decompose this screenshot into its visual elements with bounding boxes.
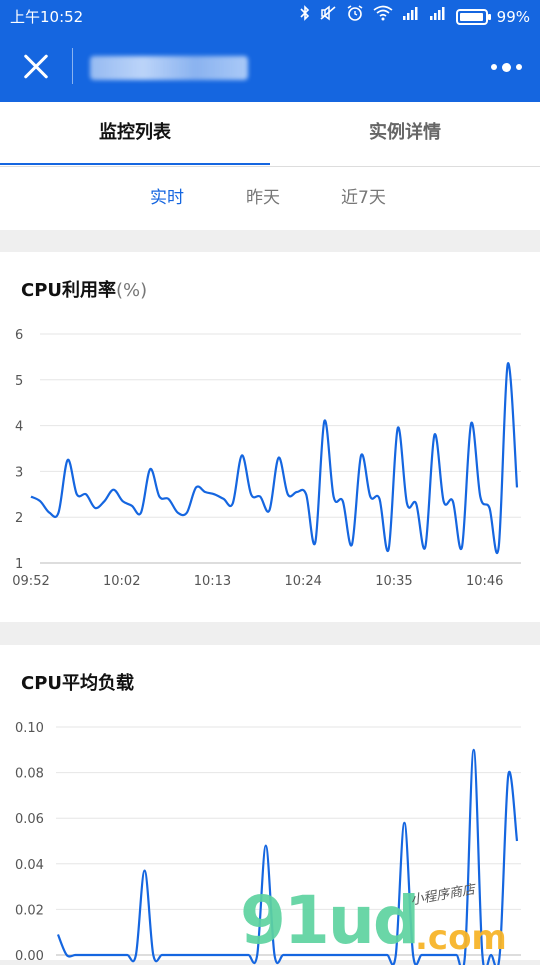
y-tick-label: 6	[15, 328, 23, 343]
battery-percent: 99%	[496, 7, 530, 26]
y-tick-label: 0.10	[15, 721, 44, 736]
period-selector: 实时 昨天 近7天	[0, 167, 540, 230]
status-bar: 上午10:52 99%	[0, 0, 540, 32]
y-tick-label: 5	[15, 374, 23, 389]
active-tab-indicator	[0, 163, 270, 165]
more-dot-icon	[490, 64, 497, 70]
cpu-usage-card: CPU利用率(%) 6 5 4 3 2 1 09:52 10:02 10:13 10:24 10:3…	[0, 252, 540, 622]
battery-level	[459, 12, 484, 21]
tab-bar: 监控列表 实例详情	[0, 102, 540, 167]
tab-monitor-list[interactable]: 监控列表	[0, 102, 270, 166]
status-time: 上午10:52	[10, 8, 84, 26]
alarm-icon	[346, 4, 364, 29]
y-tick-label: 0.00	[15, 949, 44, 964]
nav-bar	[0, 32, 540, 102]
cpu-load-title: CPU平均负载	[21, 673, 135, 694]
period-realtime[interactable]: 实时	[150, 167, 184, 229]
nav-title-blurred	[90, 56, 248, 80]
y-tick-label: 0.04	[15, 858, 44, 873]
battery-icon	[455, 8, 491, 25]
x-tick-label: 10:46	[466, 574, 503, 589]
y-tick-label: 3	[15, 465, 23, 480]
wifi-icon	[373, 5, 393, 28]
period-yesterday[interactable]: 昨天	[246, 167, 280, 229]
x-tick-label: 10:35	[375, 574, 412, 589]
x-tick-label: 10:13	[194, 574, 231, 589]
watermark-logo: 91ud .com 小程序商店	[240, 880, 530, 960]
status-icons: 99%	[300, 4, 530, 29]
bluetooth-icon	[300, 5, 310, 28]
chart-unit: (%)	[116, 280, 148, 301]
signal-icon	[429, 5, 447, 28]
signal-icon	[402, 5, 420, 28]
x-tick-label: 10:02	[103, 574, 140, 589]
mute-icon	[319, 5, 337, 28]
series-line	[30, 362, 519, 555]
tab-instance-details[interactable]: 实例详情	[270, 102, 540, 166]
x-tick-label: 09:52	[12, 574, 49, 589]
y-tick-label: 0.02	[15, 903, 44, 918]
nav-divider	[72, 48, 73, 84]
y-tick-label: 1	[15, 557, 23, 572]
cpu-usage-chart: 6 5 4 3 2 1 09:52 10:02 10:13 10:24 10:35 10:46	[12, 328, 521, 589]
more-dot-icon	[501, 62, 511, 72]
x-tick-label: 10:24	[284, 574, 321, 589]
cpu-usage-title: CPU利用率(%)	[21, 276, 147, 302]
y-tick-label: 2	[15, 511, 23, 526]
period-last-7-days[interactable]: 近7天	[341, 167, 386, 229]
watermark-main: 91ud	[240, 882, 420, 959]
watermark-suffix: .com	[415, 918, 507, 958]
chart-title: CPU利用率	[21, 280, 117, 301]
y-tick-label: 0.08	[15, 767, 44, 782]
y-tick-label: 0.06	[15, 812, 44, 827]
watermark-small: 小程序商店	[409, 882, 477, 909]
close-button[interactable]	[18, 49, 54, 85]
more-options-button[interactable]	[486, 54, 526, 80]
y-tick-label: 4	[15, 420, 23, 435]
more-dot-icon	[515, 64, 522, 70]
